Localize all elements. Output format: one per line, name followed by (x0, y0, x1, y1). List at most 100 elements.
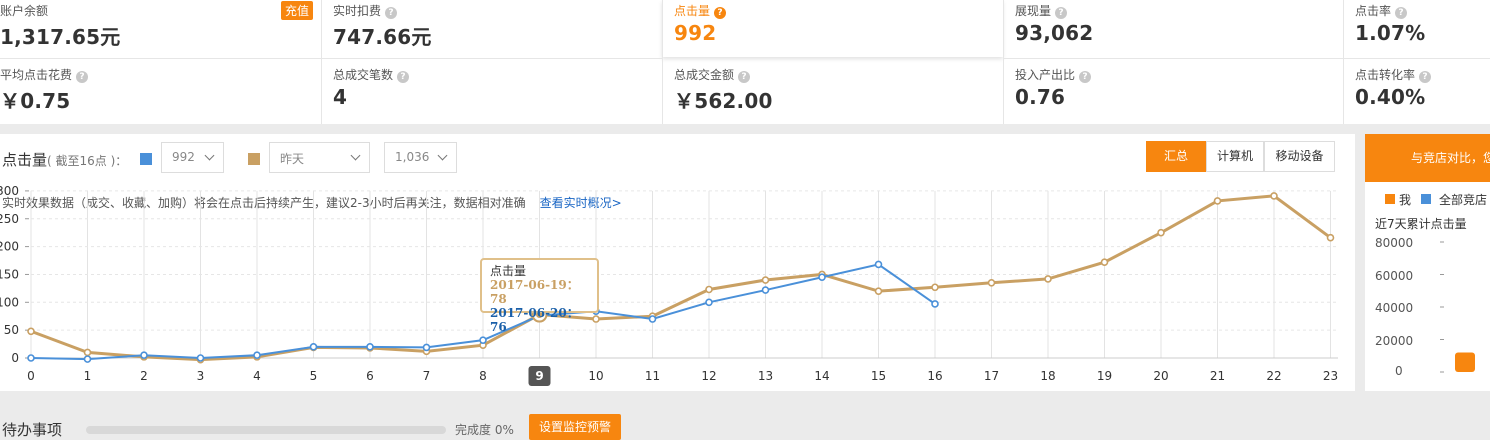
yesterday-data-point (1213, 197, 1222, 205)
yesterday-data-point (705, 285, 713, 294)
stat-value: 0.40% (1355, 85, 1426, 109)
stat-orders[interactable]: 总成交笔数? 4 (321, 64, 662, 121)
today-data-point (931, 300, 939, 308)
stat-balance[interactable]: 账户余额 1,317.65元 (0, 0, 321, 57)
help-icon[interactable]: ? (1079, 71, 1092, 83)
stat-realtime-cost[interactable]: 实时扣费? 747.66元 (321, 0, 662, 57)
stat-label: 实时扣费? (333, 2, 398, 19)
help-icon[interactable]: ? (1395, 7, 1408, 19)
tooltip-yesterday: 2017-06-19：78 (490, 278, 579, 306)
x-tick-label: 19 (1097, 369, 1112, 383)
stat-label: 总成交金额? (674, 66, 751, 83)
stats-grid: 账户余额 1,317.65元 充值 实时扣费? 747.66元 点击量? 992… (0, 0, 1490, 124)
help-icon[interactable]: ? (714, 7, 727, 19)
click-line-chart: 0501001502002503000123456789101112131415… (0, 184, 1338, 386)
yesterday-data-point (987, 279, 996, 287)
help-icon[interactable]: ? (76, 71, 89, 83)
stat-impressions[interactable]: 展现量? 93,062 (1003, 0, 1344, 57)
stat-value: 1.07% (1355, 21, 1426, 45)
x-tick-label: 18 (1040, 369, 1055, 383)
yesterday-data-point (1044, 275, 1052, 283)
help-icon[interactable]: ? (1055, 7, 1068, 19)
yesterday-data-point (592, 315, 600, 323)
stat-label: 点击转化率? (1355, 66, 1432, 83)
help-icon[interactable]: ? (397, 71, 410, 83)
stat-cvr[interactable]: 点击转化率? 0.40% (1343, 64, 1490, 121)
tooltip-today: 2017-06-20：76 (490, 306, 579, 334)
stat-value: 0.76 (1015, 85, 1066, 109)
x-tick-label: 20 (1153, 369, 1168, 383)
x-tick-label: 8 (479, 369, 487, 383)
x-tick-label: 1 (84, 369, 92, 383)
x-tick-label: 12 (701, 369, 716, 383)
yesterday-data-point (1100, 258, 1109, 266)
today-data-point (818, 273, 826, 282)
todo-title: 待办事项 (2, 421, 63, 439)
x-tick-label: 0 (27, 369, 35, 383)
x-tick-label: 22 (1266, 369, 1281, 383)
divider (321, 0, 322, 124)
x-tick-label: 21 (1210, 369, 1225, 383)
stat-value: 992 (674, 21, 717, 45)
stat-value: ￥562.00 (674, 89, 773, 113)
divider (1343, 0, 1344, 124)
stat-value: 4 (333, 85, 348, 109)
today-data-point (309, 343, 318, 351)
help-icon[interactable]: ? (1419, 71, 1432, 83)
stat-value: 93,062 (1015, 21, 1094, 45)
competitor-panel: 与竞店对比，您 我 全部竞店 近7天累计点击量 80000 60000 4000… (1365, 134, 1490, 391)
today-data-point (422, 343, 431, 352)
stat-gmv[interactable]: 总成交金额? ￥562.00 (662, 64, 1003, 121)
today-data-point (196, 354, 205, 362)
stat-value: 1,317.65元 (0, 25, 121, 49)
y-tick-label: 100 (0, 295, 19, 309)
x-tick-label: 16 (927, 369, 942, 383)
x-tick-label: 14 (814, 369, 829, 383)
x-tick-label: 17 (984, 369, 999, 383)
y-tick-label: 150 (0, 267, 19, 281)
x-tick-label: 10 (588, 369, 603, 383)
today-data-point (83, 355, 92, 363)
stat-roi[interactable]: 投入产出比? 0.76 (1003, 64, 1344, 121)
divider (1003, 0, 1004, 124)
x-tick-label: 7 (423, 369, 431, 383)
x-tick-label: 6 (366, 369, 374, 383)
yesterday-data-point (874, 287, 883, 295)
today-data-point (479, 336, 487, 344)
x-tick-label: 15 (871, 369, 886, 383)
stat-label: 展现量? (1015, 2, 1068, 19)
x-tick-label: 13 (758, 369, 773, 383)
chart-panel: 点击量( 截至16点 )： 992 昨天 1,036 汇总 计算机 移动设备 实… (0, 134, 1355, 391)
today-data-point (761, 286, 770, 294)
x-tick-label: 3 (197, 369, 205, 383)
todo-progress-bar (86, 426, 446, 434)
x-tick-label: 5 (310, 369, 318, 383)
today-data-point (27, 354, 35, 362)
y-tick-label: 50 (4, 323, 19, 337)
yesterday-data-point (1270, 192, 1278, 200)
y-tick-label: 250 (0, 212, 19, 226)
stat-ctr[interactable]: 点击率? 1.07% (1343, 0, 1490, 57)
yesterday-data-point (931, 283, 939, 292)
stat-value: 747.66元 (333, 25, 432, 49)
today-data-point (874, 260, 883, 269)
stat-clicks[interactable]: 点击量? 992 (662, 0, 1003, 57)
today-data-point (253, 351, 261, 360)
help-icon[interactable]: ? (738, 71, 751, 83)
today-data-point (140, 351, 148, 360)
y-tick-label: 300 (0, 184, 19, 198)
y-tick-label: 200 (0, 240, 19, 254)
stat-label: 账户余额 (0, 4, 49, 18)
help-icon[interactable]: ? (385, 7, 398, 19)
divider (662, 0, 663, 124)
yesterday-data-point (27, 327, 35, 336)
stat-avg-cpc[interactable]: 平均点击花费? ￥0.75 (0, 64, 321, 121)
x-tick-label: 9 (535, 369, 543, 383)
today-data-point (648, 315, 657, 323)
recharge-button[interactable]: 充值 (281, 1, 314, 20)
divider (1003, 58, 1490, 59)
yesterday-data-point (1326, 233, 1335, 242)
set-alert-button[interactable]: 设置监控预警 (529, 414, 621, 440)
y-tick-label: 0 (11, 351, 19, 365)
today-data-point (366, 343, 374, 351)
